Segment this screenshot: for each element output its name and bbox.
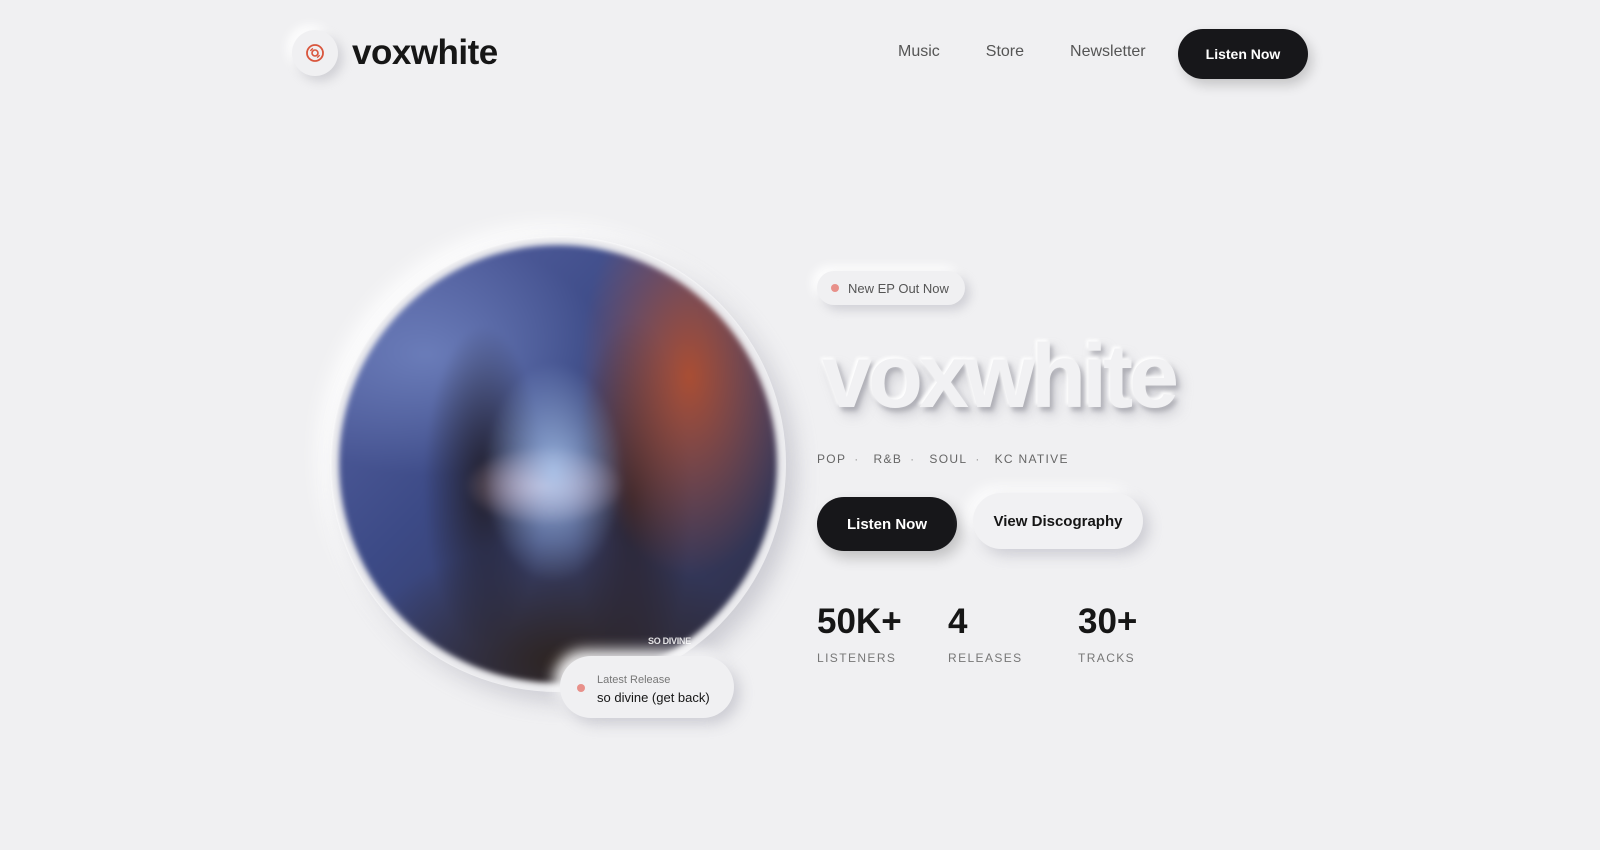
record-disc-icon xyxy=(292,30,338,76)
stat-value: 4 xyxy=(948,602,968,641)
genre-separator: · xyxy=(975,452,981,466)
nav-links: Music Store Newsletter xyxy=(898,43,1192,61)
stat-label: TRACKS xyxy=(1078,651,1136,665)
hero-title: voxwhite xyxy=(822,327,1179,427)
album-art-caption: SO DIVINE xyxy=(648,636,691,646)
listen-now-button[interactable]: Listen Now xyxy=(817,497,957,551)
genre-separator: · xyxy=(910,452,916,466)
nav-link-newsletter[interactable]: Newsletter xyxy=(1070,43,1146,61)
stat-tracks: 30+ TRACKS xyxy=(1078,604,1137,665)
status-dot-icon xyxy=(577,684,585,692)
latest-release-card[interactable]: Latest Release so divine (get back) xyxy=(560,656,734,718)
new-ep-badge: New EP Out Now xyxy=(817,271,965,305)
genre-tag: KC NATIVE xyxy=(994,452,1069,466)
album-art-image[interactable] xyxy=(339,245,777,683)
genre-tag: POP xyxy=(817,452,847,466)
status-dot-icon xyxy=(831,284,839,292)
stat-value: 50K+ xyxy=(817,602,902,641)
brand-name: voxwhite xyxy=(352,33,498,72)
genre-tag: SOUL xyxy=(929,452,968,466)
brand-logo[interactable]: voxwhite xyxy=(292,30,498,76)
nav-link-music[interactable]: Music xyxy=(898,43,940,61)
view-discography-button[interactable]: View Discography xyxy=(973,493,1143,549)
genre-tag: R&B xyxy=(873,452,903,466)
badge-text: New EP Out Now xyxy=(848,280,949,296)
stat-label: LISTENERS xyxy=(817,651,897,665)
nav-listen-now-button[interactable]: Listen Now xyxy=(1178,29,1308,79)
latest-release-label: Latest Release xyxy=(597,674,671,686)
stat-releases: 4 RELEASES xyxy=(948,604,1023,665)
latest-release-title: so divine (get back) xyxy=(597,690,710,705)
genre-separator: · xyxy=(854,452,860,466)
genre-list: POP · R&B · SOUL · KC NATIVE xyxy=(817,452,1077,466)
stat-listeners: 50K+ LISTENERS xyxy=(817,604,902,665)
stat-value: 30+ xyxy=(1078,602,1138,641)
nav-link-store[interactable]: Store xyxy=(986,43,1024,61)
top-nav: voxwhite Music Store Newsletter Listen N… xyxy=(0,0,1600,110)
album-art-frame xyxy=(330,236,786,692)
stat-label: RELEASES xyxy=(948,651,1023,665)
